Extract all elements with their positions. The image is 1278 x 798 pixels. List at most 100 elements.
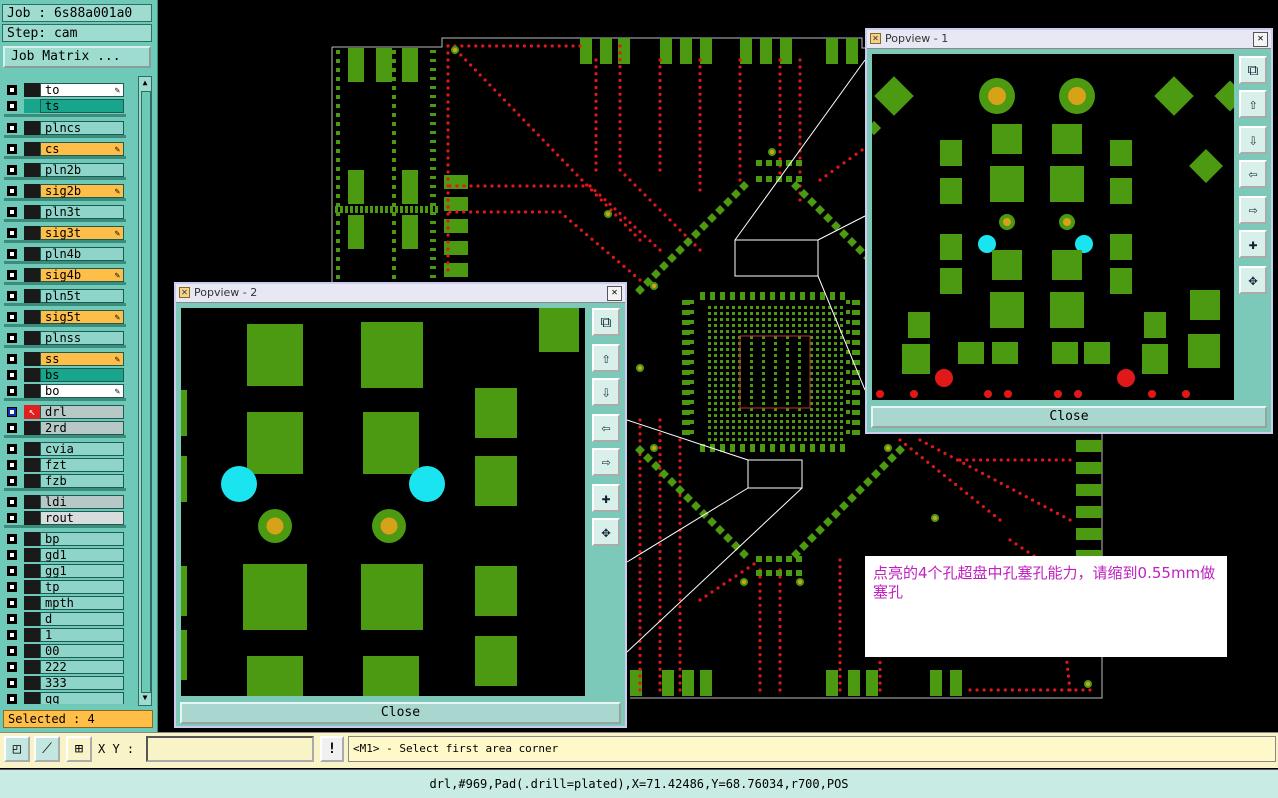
layer-row[interactable]: 2rd bbox=[4, 420, 126, 436]
layer-visibility-checkbox[interactable] bbox=[7, 207, 17, 217]
zoom-out-icon[interactable]: ✥ bbox=[1239, 266, 1267, 294]
measure-icon[interactable]: ⟋ bbox=[34, 736, 60, 762]
layer-row[interactable]: cs ✎ bbox=[4, 141, 126, 157]
pan-up-icon[interactable]: ⇧ bbox=[592, 344, 620, 372]
layer-row[interactable]: sig5t ✎ bbox=[4, 309, 126, 325]
popview-1-close-button[interactable]: Close bbox=[871, 406, 1267, 428]
layer-name-pln3t[interactable]: pln3t bbox=[40, 205, 124, 219]
layer-visibility-checkbox[interactable] bbox=[7, 497, 17, 507]
zoom-in-icon[interactable]: ✚ bbox=[592, 484, 620, 512]
layer-row[interactable]: bo ✎ bbox=[4, 383, 126, 399]
layer-row[interactable]: d bbox=[4, 611, 126, 627]
layer-visibility-checkbox[interactable] bbox=[7, 694, 17, 704]
pan-right-icon[interactable]: ⇨ bbox=[1239, 196, 1267, 224]
layer-name-fzb[interactable]: fzb bbox=[40, 474, 124, 488]
xy-input[interactable] bbox=[146, 736, 314, 762]
scroll-thumb[interactable] bbox=[141, 91, 151, 693]
layer-row[interactable]: 1 bbox=[4, 627, 126, 643]
layer-row[interactable]: mpth bbox=[4, 595, 126, 611]
layer-name-to[interactable]: to ✎ bbox=[40, 83, 124, 97]
popview-1-canvas[interactable] bbox=[866, 54, 1246, 400]
layer-visibility-checkbox[interactable] bbox=[7, 165, 17, 175]
snap-icon[interactable]: ◰ bbox=[4, 736, 30, 762]
layer-row[interactable]: ss ✎ bbox=[4, 351, 126, 367]
layer-color-swatch[interactable] bbox=[24, 83, 40, 97]
layer-row[interactable]: cvia bbox=[4, 441, 126, 457]
layer-name-pln2b[interactable]: pln2b bbox=[40, 163, 124, 177]
layer-visibility-checkbox[interactable] bbox=[7, 123, 17, 133]
layer-visibility-checkbox[interactable] bbox=[7, 423, 17, 433]
layer-color-swatch[interactable] bbox=[24, 474, 40, 488]
popview-1-titlebar[interactable]: ✕ Popview - 1 bbox=[867, 30, 1271, 49]
layer-visibility-checkbox[interactable] bbox=[7, 550, 17, 560]
layer-color-swatch[interactable] bbox=[24, 458, 40, 472]
layer-row[interactable]: 222 bbox=[4, 659, 126, 675]
layer-visibility-checkbox[interactable] bbox=[7, 476, 17, 486]
layer-visibility-checkbox[interactable] bbox=[7, 407, 17, 417]
layer-name-pln4b[interactable]: pln4b bbox=[40, 247, 124, 261]
zoom-fit-icon[interactable]: ⧉ bbox=[592, 308, 620, 336]
job-matrix-button[interactable]: Job Matrix ... bbox=[3, 46, 151, 68]
layer-color-swatch[interactable] bbox=[24, 564, 40, 578]
layer-visibility-checkbox[interactable] bbox=[7, 354, 17, 364]
layer-row[interactable]: tp bbox=[4, 579, 126, 595]
message-button[interactable]: ! bbox=[320, 736, 344, 762]
layer-name-rout[interactable]: rout bbox=[40, 511, 124, 525]
scroll-down-icon[interactable]: ▼ bbox=[140, 693, 150, 703]
layer-name-drl[interactable]: drl bbox=[40, 405, 124, 419]
layer-name-2rd[interactable]: 2rd bbox=[40, 421, 124, 435]
layer-color-swatch[interactable]: ↖ bbox=[24, 405, 40, 419]
layer-row[interactable]: gg1 bbox=[4, 563, 126, 579]
layer-name-cvia[interactable]: cvia bbox=[40, 442, 124, 456]
layer-color-swatch[interactable] bbox=[24, 580, 40, 594]
layer-row[interactable]: sig2b ✎ bbox=[4, 183, 126, 199]
layer-visibility-checkbox[interactable] bbox=[7, 370, 17, 380]
layer-name-sig5t[interactable]: sig5t ✎ bbox=[40, 310, 124, 324]
layer-row[interactable]: pln3t bbox=[4, 204, 126, 220]
layer-name-cs[interactable]: cs ✎ bbox=[40, 142, 124, 156]
layer-name-ldi[interactable]: ldi bbox=[40, 495, 124, 509]
layer-name-pln5t[interactable]: pln5t bbox=[40, 289, 124, 303]
layer-row[interactable]: qq bbox=[4, 691, 126, 704]
layer-row[interactable]: 00 bbox=[4, 643, 126, 659]
layer-color-swatch[interactable] bbox=[24, 628, 40, 642]
layer-visibility-checkbox[interactable] bbox=[7, 333, 17, 343]
layer-visibility-checkbox[interactable] bbox=[7, 386, 17, 396]
layer-visibility-checkbox[interactable] bbox=[7, 85, 17, 95]
layer-visibility-checkbox[interactable] bbox=[7, 312, 17, 322]
layer-row[interactable]: ldi bbox=[4, 494, 126, 510]
layer-color-swatch[interactable] bbox=[24, 289, 40, 303]
layer-name-d[interactable]: d bbox=[40, 612, 124, 626]
layer-name-gd1[interactable]: gd1 bbox=[40, 548, 124, 562]
layer-color-swatch[interactable] bbox=[24, 184, 40, 198]
layer-color-swatch[interactable] bbox=[24, 142, 40, 156]
layer-row[interactable]: rout bbox=[4, 510, 126, 526]
layer-name-333[interactable]: 333 bbox=[40, 676, 124, 690]
layer-row[interactable]: sig4b ✎ bbox=[4, 267, 126, 283]
layer-color-swatch[interactable] bbox=[24, 205, 40, 219]
layer-visibility-checkbox[interactable] bbox=[7, 444, 17, 454]
layer-color-swatch[interactable] bbox=[24, 368, 40, 382]
layer-row[interactable]: plnss bbox=[4, 330, 126, 346]
layer-color-swatch[interactable] bbox=[24, 268, 40, 282]
layer-color-swatch[interactable] bbox=[24, 247, 40, 261]
layer-list-scrollbar[interactable]: ▲ ▼ bbox=[138, 76, 152, 706]
layer-color-swatch[interactable] bbox=[24, 511, 40, 525]
layer-visibility-checkbox[interactable] bbox=[7, 582, 17, 592]
layer-name-sig3t[interactable]: sig3t ✎ bbox=[40, 226, 124, 240]
layer-visibility-checkbox[interactable] bbox=[7, 186, 17, 196]
layer-color-swatch[interactable] bbox=[24, 121, 40, 135]
layer-color-swatch[interactable] bbox=[24, 310, 40, 324]
layer-row[interactable]: pln5t bbox=[4, 288, 126, 304]
layer-name-bp[interactable]: bp bbox=[40, 532, 124, 546]
layer-visibility-checkbox[interactable] bbox=[7, 566, 17, 576]
layer-name-fzt[interactable]: fzt bbox=[40, 458, 124, 472]
layer-row[interactable]: pln2b bbox=[4, 162, 126, 178]
layer-name-tp[interactable]: tp bbox=[40, 580, 124, 594]
layer-color-swatch[interactable] bbox=[24, 495, 40, 509]
layer-name-gg1[interactable]: gg1 bbox=[40, 564, 124, 578]
layer-color-swatch[interactable] bbox=[24, 352, 40, 366]
pan-down-icon[interactable]: ⇩ bbox=[592, 378, 620, 406]
layer-row[interactable]: pln4b bbox=[4, 246, 126, 262]
layer-name-ts[interactable]: ts bbox=[40, 99, 124, 113]
